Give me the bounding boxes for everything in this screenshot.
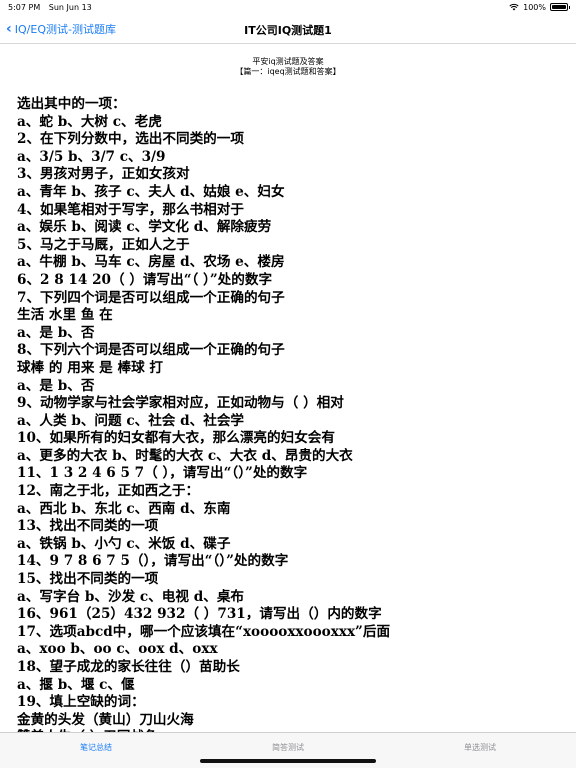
question-line: a、娱乐 b、阅读 c、学文化 d、解除疲劳 [17,219,272,236]
question-line: 19、填上空缺的词： [17,694,145,711]
question-line: 选出其中的一项： [17,96,126,112]
question-line: 7、下列四个词是否可以组成一个正确的句子 [17,289,285,306]
question-line: a、青年 b、孩子 c、夫人 d、姑娘 e、妇女 [17,183,285,200]
question-line: a、更多的大衣 b、时髦的大衣 c、大衣 d、昂贵的大衣 [17,447,353,464]
question-line: 14、9 7 8 6 7 5（），请写出“（）”处的数字 [17,553,289,570]
question-line: a、牛棚 b、马车 c、房屋 d、农场 e、楼房 [17,254,285,271]
question-line: a、铁锅 b、小勺 c、米饭 d、碟子 [17,535,231,552]
home-indicator [200,759,376,763]
question-line: 4、如果笔相对于写字，那么书相对于 [17,201,244,218]
battery-icon [550,3,570,11]
wifi-icon [509,3,519,11]
question-line: 6、2 8 14 20（ ）请写出“（ ）”处的数字 [17,271,273,288]
question-line: 18、望子成龙的家长往往（）苗助长 [17,659,240,675]
question-line: a、西北 b、东北 c、西南 d、东南 [17,500,231,517]
tab-notes-summary[interactable]: 笔记总结 [0,733,192,768]
question-line: 15、找出不同类的一项 [17,571,159,588]
question-line: a、是 b、否 [17,377,95,394]
navigation-bar: ‹ IQ/EQ测试-测试题库 IT公司IQ测试题1 [0,14,576,44]
question-line: 球棒 的 用来 是 棒球 打 [17,359,164,376]
question-line: 5、马之于马厩，正如人之于 [17,236,190,253]
question-line: a、3/5 b、3/7 c、3/9 [17,148,166,165]
question-line: 金黄的头发（黄山）刀山火海 [17,711,194,728]
question-line: 生活 水里 鱼 在 [17,307,113,324]
status-left: 5:07 PM Sun Jun 13 [8,3,98,12]
question-line: a、蛇 b、大树 c、老虎 [17,113,162,130]
question-line: 11、1 3 2 4 6 5 7（ ），请写出“（）”处的数字 [17,465,308,482]
question-line: 13、找出不同类的一项 [17,518,159,535]
question-line: 9、动物学家与社会学家相对应，正如动物与（ ）相对 [17,395,344,412]
document-heading: 平安iq测试题及答案 [252,57,324,66]
question-line: a、是 b、否 [17,324,95,341]
status-date: Sun Jun 13 [48,2,92,12]
question-list: 选出其中的一项： a、蛇 b、大树 c、老虎 2、在下列分数中，选出不同类的一项 a、… [17,96,567,732]
tab-single-choice-test[interactable]: 单选测试 [384,733,576,768]
document-header: 平安iq测试题及答案 【篇一：iqeq测试题和答案】 [0,57,576,77]
question-line: 8、下列六个词是否可以组成一个正确的句子 [17,342,285,359]
question-line: a、揠 b、堰 c、偃 [17,676,135,693]
question-line: a、写字台 b、沙发 c、电视 d、桌布 [17,588,245,605]
document-content[interactable]: 平安iq测试题及答案 【篇一：iqeq测试题和答案】 选出其中的一项： a、蛇 b… [0,44,576,732]
status-bar: 5:07 PM Sun Jun 13 100% [0,0,576,14]
question-line: a、xoo b、oo c、oox d、oxx [17,641,218,658]
question-line: 3、男孩对男子，正如女孩对 [17,166,190,183]
page-title: IT公司IQ测试题1 [244,24,332,37]
question-line: 17、选项abcd中，哪一个应该填在“xooooxxoooxxx”后面 [17,623,391,640]
battery-percent: 100% [523,2,546,12]
question-line: 2、在下列分数中，选出不同类的一项 [17,131,244,148]
question-line: 16、961（25）432 932（ ）731，请写出（）内的数字 [17,606,382,623]
status-time: 5:07 PM [8,2,41,12]
question-line: 12、南之于北，正如西之于： [17,483,200,500]
document-subheading: 【篇一：iqeq测试题和答案】 [235,67,341,76]
question-line: 10、如果所有的妇女都有大衣，那么漂亮的妇女会有 [17,430,335,447]
status-right: 100% [509,2,570,12]
question-line: a、人类 b、问题 c、社会 d、社会学 [17,412,245,429]
